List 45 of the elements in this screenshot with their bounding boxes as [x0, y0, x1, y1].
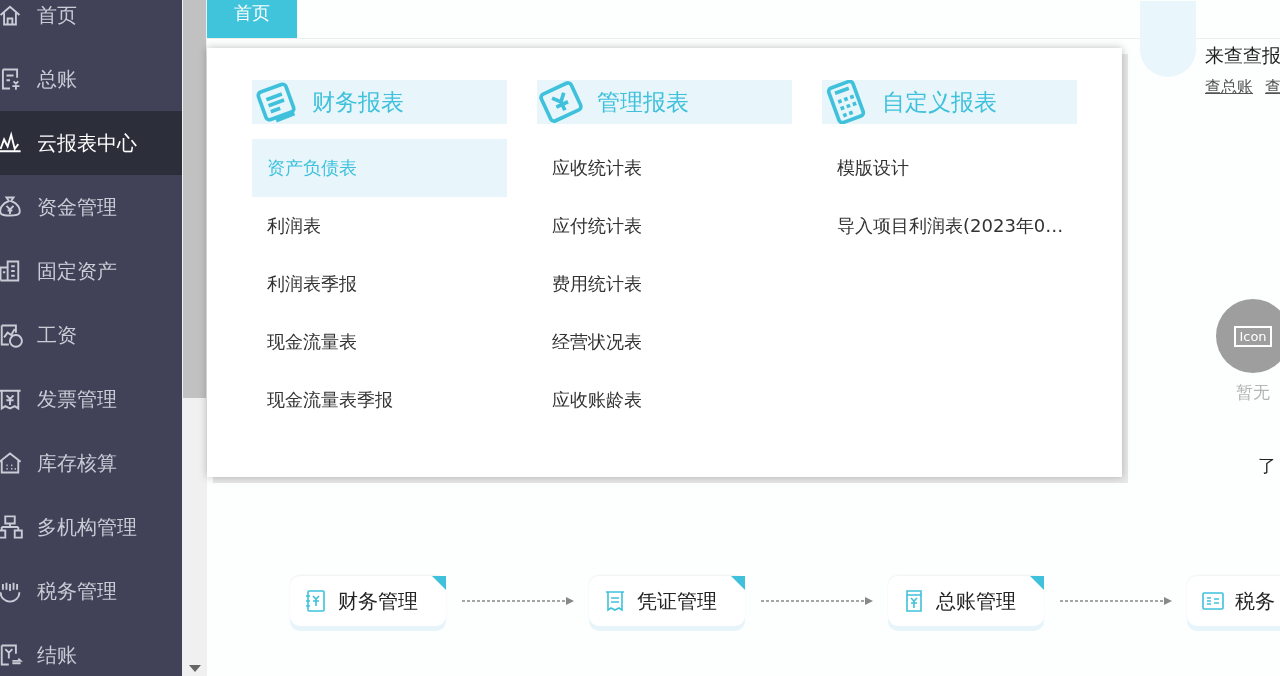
corner-mark: [731, 576, 745, 590]
menu-item[interactable]: 费用统计表: [537, 255, 792, 313]
document-icon: [304, 589, 328, 613]
menu-column-header: 财务报表: [252, 80, 507, 124]
sidebar-item[interactable]: 工资: [0, 303, 182, 367]
report-icon: [537, 80, 585, 124]
sidebar-item-icon: [0, 450, 23, 476]
sidebar-item[interactable]: 首页: [0, 0, 182, 47]
menu-item[interactable]: 利润表季报: [252, 255, 507, 313]
sidebar-item[interactable]: 结账: [0, 623, 182, 676]
link[interactable]: 查总账: [1205, 77, 1253, 98]
sidebar-item[interactable]: 税务管理: [0, 559, 182, 623]
sidebar-item[interactable]: 资金管理: [0, 175, 182, 239]
summary-title: 来查查报: [1205, 43, 1280, 68]
document-icon: [603, 589, 627, 613]
scrollbar-thumb[interactable]: [183, 0, 206, 398]
menu-item[interactable]: 模版设计: [822, 139, 1077, 197]
text-fragment: 了: [1258, 454, 1276, 478]
scrollbar[interactable]: [182, 0, 207, 676]
sidebar-item[interactable]: 总账: [0, 47, 182, 111]
menu-item[interactable]: 应收统计表: [537, 139, 792, 197]
menu-column-header: 自定义报表: [822, 80, 1077, 124]
sidebar-item[interactable]: 多机构管理: [0, 495, 182, 559]
menu-item[interactable]: 现金流量表: [252, 313, 507, 371]
menu-column-header: 管理报表: [537, 80, 792, 124]
sidebar-item-icon: [0, 642, 23, 668]
menu-item[interactable]: 应付统计表: [537, 197, 792, 255]
menu-item[interactable]: 应收账龄表: [537, 371, 792, 429]
menu-item[interactable]: 利润表: [252, 197, 507, 255]
icon-label: Icon: [1234, 325, 1272, 347]
corner-mark: [1030, 576, 1044, 590]
link[interactable]: 查: [1265, 77, 1280, 98]
sidebar-item[interactable]: 发票管理: [0, 367, 182, 431]
corner-mark: [432, 576, 446, 590]
sidebar-item[interactable]: 固定资产: [0, 239, 182, 303]
scroll-down-icon[interactable]: [189, 665, 201, 673]
menu-item[interactable]: 经营状况表: [537, 313, 792, 371]
sidebar-item-icon: [0, 322, 23, 348]
sidebar-item[interactable]: 云报表中心: [0, 111, 182, 175]
menu-item[interactable]: 导入项目利润表(2023年0…: [822, 197, 1077, 255]
menu-item[interactable]: 现金流量表季报: [252, 371, 507, 429]
empty-text: 暂无: [1235, 381, 1270, 404]
document-icon: [1201, 589, 1225, 613]
sidebar-item-icon: [0, 514, 23, 540]
sidebar-item[interactable]: 库存核算: [0, 431, 182, 495]
